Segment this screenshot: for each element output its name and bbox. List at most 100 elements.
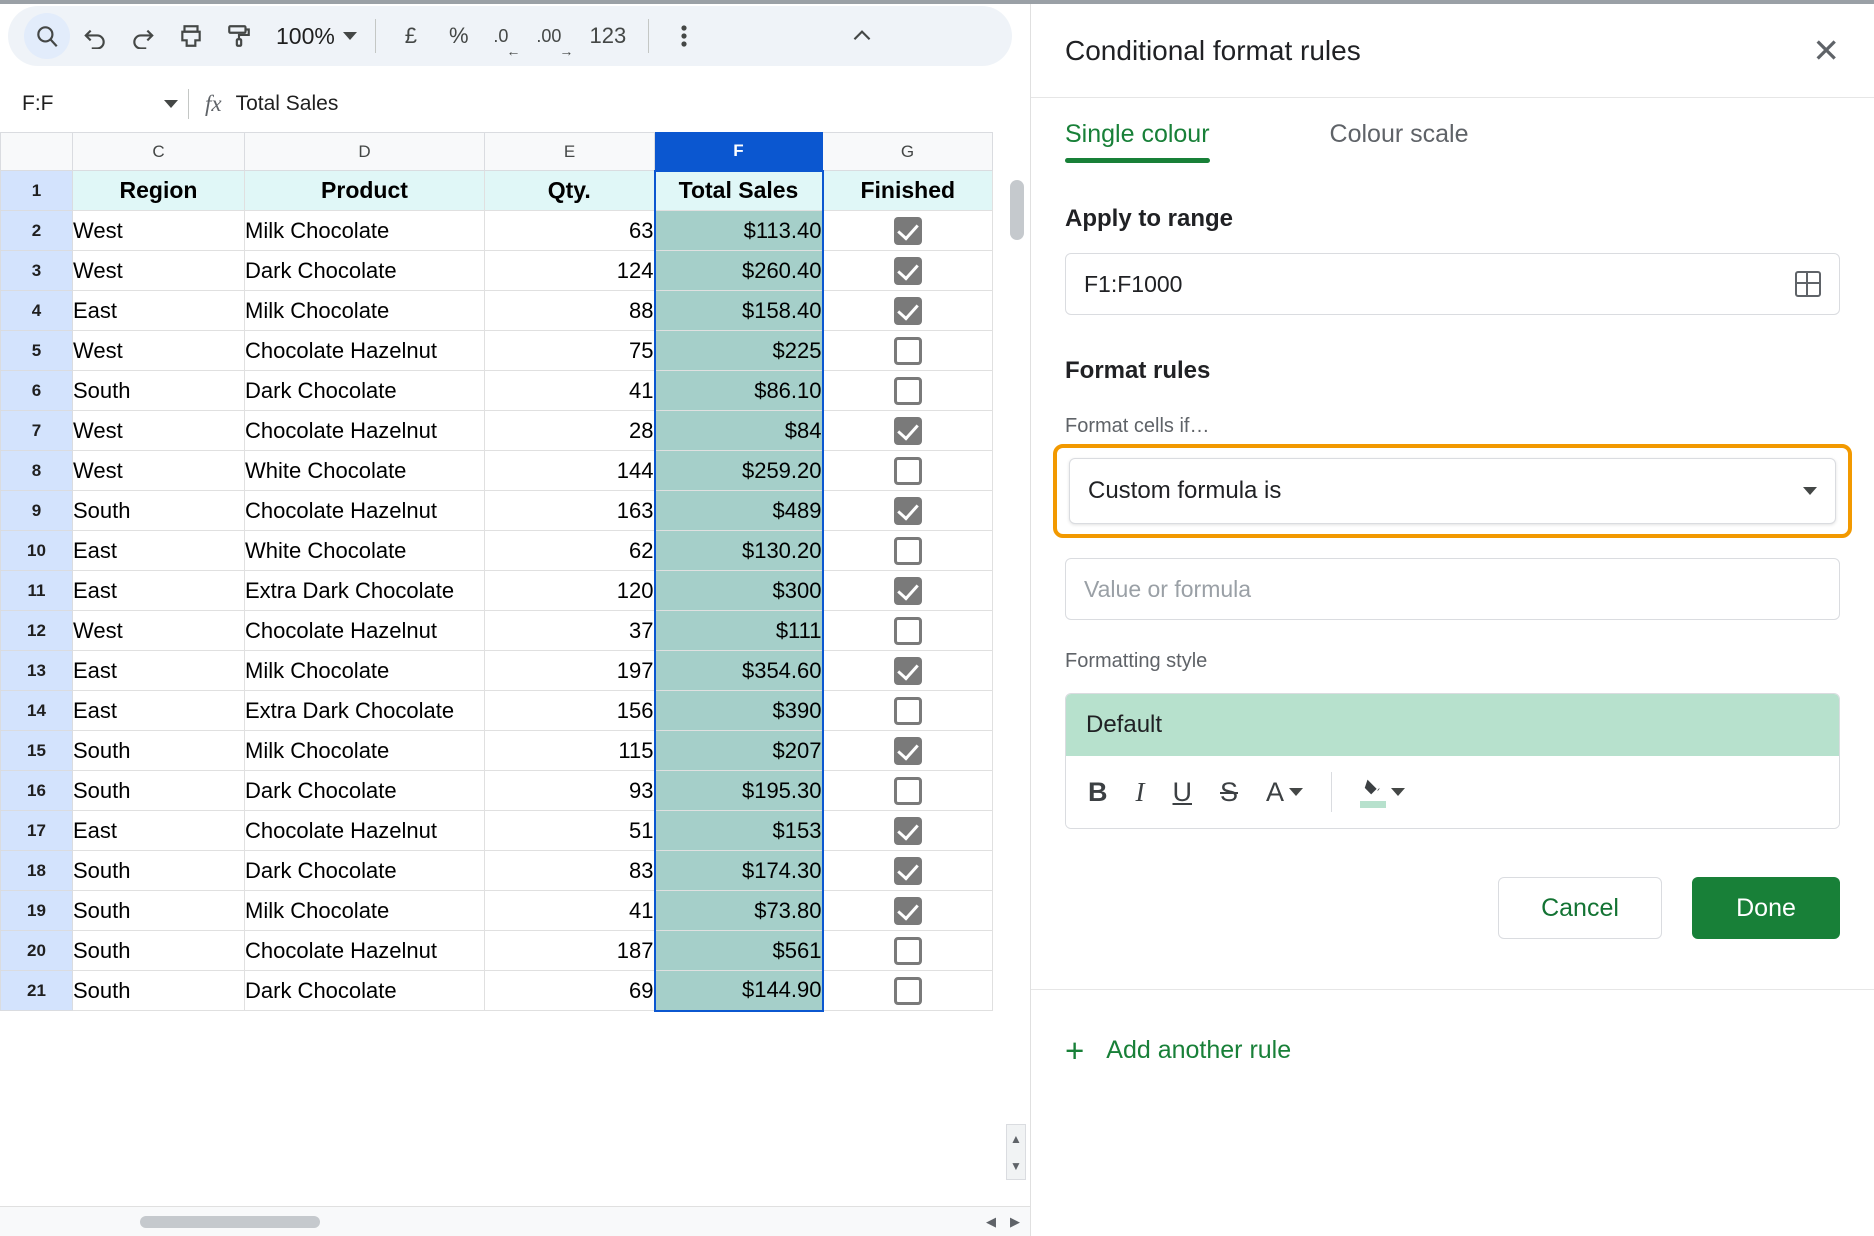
- row-header-19[interactable]: 19: [1, 891, 73, 931]
- scroll-right-icon[interactable]: ▶: [1010, 1214, 1020, 1230]
- cell-f18[interactable]: $174.30: [655, 851, 823, 891]
- checkbox-finished[interactable]: [894, 497, 922, 525]
- cell-e21[interactable]: 69: [485, 971, 655, 1011]
- cell-g4[interactable]: [823, 291, 993, 331]
- cell-d5[interactable]: Chocolate Hazelnut: [245, 331, 485, 371]
- cell-d7[interactable]: Chocolate Hazelnut: [245, 411, 485, 451]
- cell-c1[interactable]: Region: [73, 171, 245, 211]
- checkbox-finished[interactable]: [894, 217, 922, 245]
- cell-c6[interactable]: South: [73, 371, 245, 411]
- cell-g8[interactable]: [823, 451, 993, 491]
- cell-e5[interactable]: 75: [485, 331, 655, 371]
- cell-d8[interactable]: White Chocolate: [245, 451, 485, 491]
- fill-colour-icon[interactable]: [1360, 776, 1405, 808]
- cell-e6[interactable]: 41: [485, 371, 655, 411]
- cell-c19[interactable]: South: [73, 891, 245, 931]
- cell-e10[interactable]: 62: [485, 531, 655, 571]
- column-header-f[interactable]: F: [655, 133, 823, 171]
- tab-single-colour[interactable]: Single colour: [1065, 120, 1210, 163]
- italic-icon[interactable]: I: [1136, 777, 1145, 808]
- currency-format-button[interactable]: £: [388, 13, 434, 59]
- cell-e7[interactable]: 28: [485, 411, 655, 451]
- cell-g20[interactable]: [823, 931, 993, 971]
- row-header-10[interactable]: 10: [1, 531, 73, 571]
- cell-e18[interactable]: 83: [485, 851, 655, 891]
- cell-c2[interactable]: West: [73, 211, 245, 251]
- row-header-15[interactable]: 15: [1, 731, 73, 771]
- row-header-21[interactable]: 21: [1, 971, 73, 1011]
- cell-d19[interactable]: Milk Chocolate: [245, 891, 485, 931]
- grid-picker-icon[interactable]: [1795, 271, 1821, 297]
- cell-g5[interactable]: [823, 331, 993, 371]
- cell-e14[interactable]: 156: [485, 691, 655, 731]
- cell-d9[interactable]: Chocolate Hazelnut: [245, 491, 485, 531]
- cell-f2[interactable]: $113.40: [655, 211, 823, 251]
- cell-d21[interactable]: Dark Chocolate: [245, 971, 485, 1011]
- cell-c11[interactable]: East: [73, 571, 245, 611]
- cell-e9[interactable]: 163: [485, 491, 655, 531]
- checkbox-finished[interactable]: [894, 417, 922, 445]
- checkbox-finished[interactable]: [894, 657, 922, 685]
- column-header-d[interactable]: D: [245, 133, 485, 171]
- value-or-formula-input[interactable]: Value or formula: [1084, 576, 1251, 603]
- cell-e4[interactable]: 88: [485, 291, 655, 331]
- more-vertical-icon[interactable]: [661, 13, 707, 59]
- increase-decimal-button[interactable]: .00 →: [532, 13, 578, 59]
- cell-g21[interactable]: [823, 971, 993, 1011]
- cell-c12[interactable]: West: [73, 611, 245, 651]
- cell-e16[interactable]: 93: [485, 771, 655, 811]
- cell-c5[interactable]: West: [73, 331, 245, 371]
- checkbox-finished[interactable]: [894, 257, 922, 285]
- cell-c9[interactable]: South: [73, 491, 245, 531]
- cell-f16[interactable]: $195.30: [655, 771, 823, 811]
- cell-e3[interactable]: 124: [485, 251, 655, 291]
- vertical-scrollbar[interactable]: [1010, 180, 1024, 966]
- checkbox-finished[interactable]: [894, 897, 922, 925]
- name-box[interactable]: F:F: [16, 84, 188, 124]
- cell-c16[interactable]: South: [73, 771, 245, 811]
- cell-f12[interactable]: $111: [655, 611, 823, 651]
- zoom-selector[interactable]: 100%: [264, 16, 363, 56]
- cell-c10[interactable]: East: [73, 531, 245, 571]
- cell-f11[interactable]: $300: [655, 571, 823, 611]
- cell-g2[interactable]: [823, 211, 993, 251]
- row-header-13[interactable]: 13: [1, 651, 73, 691]
- cell-g12[interactable]: [823, 611, 993, 651]
- cell-f8[interactable]: $259.20: [655, 451, 823, 491]
- bold-icon[interactable]: B: [1088, 777, 1108, 808]
- row-header-4[interactable]: 4: [1, 291, 73, 331]
- cell-d1[interactable]: Product: [245, 171, 485, 211]
- cell-e15[interactable]: 115: [485, 731, 655, 771]
- cell-f6[interactable]: $86.10: [655, 371, 823, 411]
- scroll-down-icon[interactable]: ▼: [1007, 1152, 1025, 1179]
- scroll-left-icon[interactable]: ◀: [986, 1214, 996, 1230]
- cell-e20[interactable]: 187: [485, 931, 655, 971]
- tab-colour-scale[interactable]: Colour scale: [1330, 120, 1469, 163]
- cell-g11[interactable]: [823, 571, 993, 611]
- cell-d20[interactable]: Chocolate Hazelnut: [245, 931, 485, 971]
- cell-c8[interactable]: West: [73, 451, 245, 491]
- condition-dropdown[interactable]: Custom formula is: [1069, 458, 1836, 524]
- cell-g15[interactable]: [823, 731, 993, 771]
- checkbox-finished[interactable]: [894, 537, 922, 565]
- percent-format-button[interactable]: %: [436, 13, 482, 59]
- column-header-e[interactable]: E: [485, 133, 655, 171]
- cell-d16[interactable]: Dark Chocolate: [245, 771, 485, 811]
- search-icon[interactable]: [24, 13, 70, 59]
- number-format-button[interactable]: 123: [580, 13, 636, 59]
- row-header-3[interactable]: 3: [1, 251, 73, 291]
- redo-icon[interactable]: [120, 13, 166, 59]
- cell-d15[interactable]: Milk Chocolate: [245, 731, 485, 771]
- column-header-c[interactable]: C: [73, 133, 245, 171]
- cancel-button[interactable]: Cancel: [1498, 877, 1662, 939]
- cell-d11[interactable]: Extra Dark Chocolate: [245, 571, 485, 611]
- row-header-2[interactable]: 2: [1, 211, 73, 251]
- chevron-up-icon[interactable]: [839, 13, 885, 59]
- horizontal-scrollbar-thumb[interactable]: [140, 1216, 320, 1228]
- horizontal-scrollbar[interactable]: ◀ ▶: [0, 1206, 1030, 1236]
- cell-e19[interactable]: 41: [485, 891, 655, 931]
- cell-c13[interactable]: East: [73, 651, 245, 691]
- checkbox-finished[interactable]: [894, 857, 922, 885]
- cell-c18[interactable]: South: [73, 851, 245, 891]
- cell-f17[interactable]: $153: [655, 811, 823, 851]
